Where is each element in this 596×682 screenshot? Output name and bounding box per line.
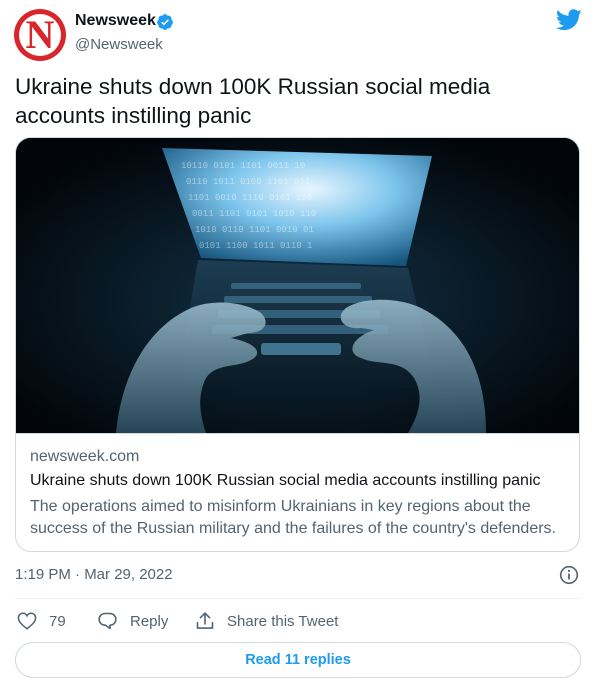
reply-label: Reply: [130, 612, 169, 630]
tweet-text: Ukraine shuts down 100K Russian social m…: [15, 74, 491, 128]
author-display-name[interactable]: Newsweek: [75, 12, 156, 30]
share-icon: [196, 612, 214, 629]
hands-typing-laptop-image: 10110 0101 1101 0011 10 0110 1011 0100 1…: [16, 138, 579, 433]
svg-text:1010 0110 1101 0010 01: 1010 0110 1101 0010 01: [195, 225, 314, 235]
link-card-body[interactable]: newsweek.com Ukraine shuts down 100K Rus…: [16, 433, 579, 551]
link-card-description: The operations aimed to misinform Ukrain…: [30, 498, 556, 537]
share-label: Share this Tweet: [227, 612, 339, 630]
info-icon[interactable]: [559, 565, 579, 585]
twitter-bird-icon[interactable]: [556, 9, 582, 31]
reply-bubble-icon: [98, 612, 117, 630]
read-replies-button[interactable]: Read 11 replies: [15, 642, 581, 678]
link-card-title: Ukraine shuts down 100K Russian social m…: [30, 472, 541, 489]
link-card-domain: newsweek.com: [30, 448, 140, 465]
svg-text:0101 1100 1011 0110 1: 0101 1100 1011 0110 1: [199, 241, 312, 251]
svg-text:1101 0010 1110 0101 100: 1101 0010 1110 0101 100: [188, 193, 312, 203]
tweet-timestamp[interactable]: 1:19 PM · Mar 29, 2022: [15, 566, 173, 583]
share-button[interactable]: Share this Tweet: [195, 610, 338, 632]
heart-icon: [17, 612, 37, 630]
verified-badge-icon: [157, 14, 173, 30]
link-card[interactable]: 10110 0101 1101 0011 10 0110 1011 0100 1…: [15, 137, 580, 552]
divider: [15, 598, 581, 599]
avatar[interactable]: N: [14, 9, 66, 61]
svg-text:0110 1011 0100 1101 011: 0110 1011 0100 1101 011: [186, 177, 310, 187]
author-handle[interactable]: @Newsweek: [75, 36, 163, 53]
like-count: 79: [49, 612, 66, 630]
reply-button[interactable]: Reply: [97, 610, 168, 632]
like-button[interactable]: 79: [17, 610, 66, 632]
newsweek-logo: N: [25, 12, 55, 57]
svg-text:0011 1101 0101 1010 110: 0011 1101 0101 1010 110: [192, 209, 316, 219]
svg-text:10110 0101 1101 0011 10: 10110 0101 1101 0011 10: [181, 161, 305, 171]
